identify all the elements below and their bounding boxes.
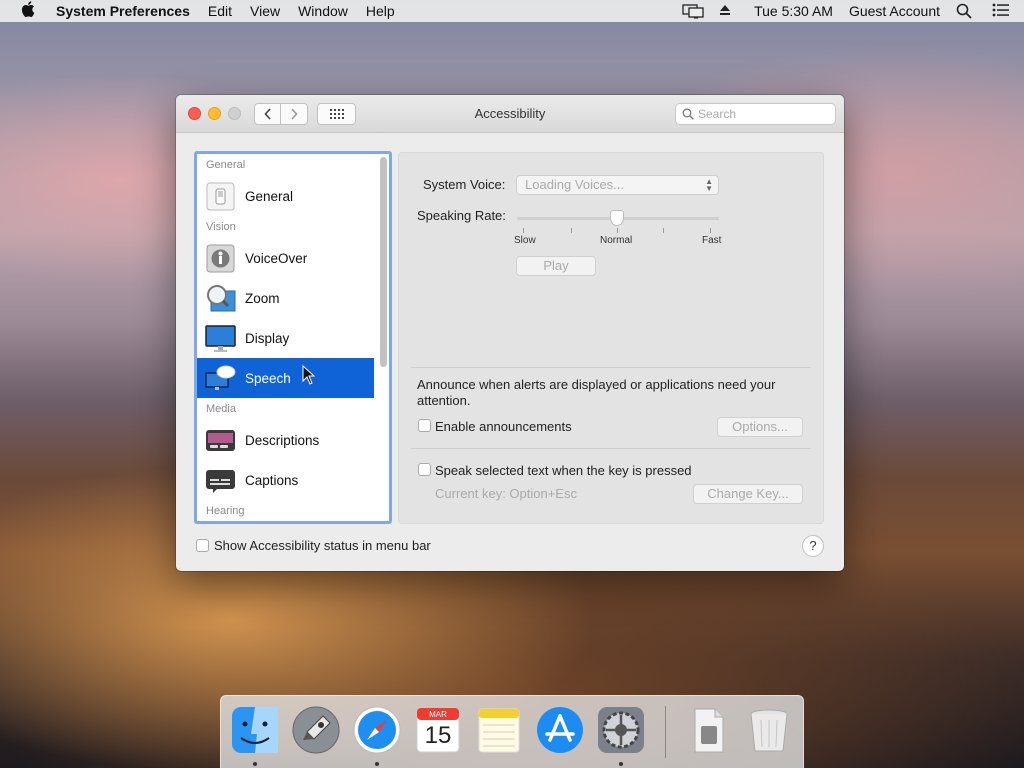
system-voice-value: Loading Voices... [525, 177, 625, 192]
speak-selected-text-label[interactable]: Speak selected text when the key is pres… [435, 463, 692, 478]
edit-menu[interactable]: Edit [208, 3, 232, 19]
slider-tick [571, 228, 572, 233]
app-store-icon[interactable] [534, 704, 586, 756]
speaking-rate-label: Speaking Rate: [417, 208, 506, 223]
section-label-media: Media [206, 403, 236, 415]
launchpad-icon[interactable] [290, 704, 342, 756]
calendar-icon[interactable]: MAR 15 [412, 704, 464, 756]
sidebar-item-zoom[interactable]: Zoom [197, 278, 374, 318]
captions-icon [205, 465, 236, 496]
section-label-vision: Vision [206, 221, 236, 233]
options-button[interactable]: Options... [717, 417, 803, 437]
change-key-button[interactable]: Change Key... [693, 484, 803, 504]
system-voice-popup[interactable]: Loading Voices... ▲ ▼ [516, 175, 719, 195]
voiceover-icon [205, 243, 236, 274]
apple-menu-icon[interactable] [0, 1, 56, 21]
sidebar-item-label: General [245, 188, 294, 204]
sidebar-item-label: Speech [245, 370, 291, 386]
dock-separator [665, 706, 666, 758]
speak-selected-text-checkbox[interactable] [418, 463, 431, 476]
speaking-rate-slider-thumb[interactable] [610, 210, 624, 226]
user-menu[interactable]: Guest Account [849, 3, 940, 19]
announce-description: Announce when alerts are displayed or ap… [417, 377, 776, 408]
help-menu[interactable]: Help [366, 3, 395, 19]
sidebar-item-speech[interactable]: Speech [197, 358, 374, 398]
system-voice-label: System Voice: [423, 177, 506, 192]
sidebar-item-display[interactable]: Display [197, 318, 374, 358]
calendar-day: 15 [424, 722, 452, 749]
finder-icon[interactable] [229, 704, 281, 756]
spotlight-search-icon[interactable] [956, 3, 976, 19]
notes-icon[interactable] [473, 704, 525, 756]
title-bar[interactable]: Accessibility [176, 95, 844, 133]
sidebar-item-descriptions[interactable]: Descriptions [197, 420, 374, 460]
sidebar-item-general[interactable]: General [197, 176, 374, 216]
sidebar-scrollbar[interactable] [380, 157, 387, 367]
slider-tick [617, 228, 618, 233]
calendar-month: MAR [429, 710, 447, 719]
current-key-text: Current key: Option+Esc [435, 486, 577, 501]
show-status-label[interactable]: Show Accessibility status in menu bar [214, 538, 431, 553]
trash-icon[interactable] [743, 704, 795, 756]
menu-bar: System Preferences Edit View Window Help… [0, 0, 1024, 22]
accessibility-window: Accessibility General General Vision Voi… [176, 95, 844, 571]
rate-fast-label: Fast [702, 235, 722, 246]
section-divider [411, 448, 811, 449]
section-divider [411, 367, 811, 368]
sidebar-item-label: VoiceOver [245, 250, 308, 266]
running-indicator [375, 762, 379, 766]
search-input[interactable] [698, 107, 828, 121]
search-icon [682, 108, 694, 120]
speech-bubble-icon [205, 363, 236, 394]
sidebar-item-label: Descriptions [245, 432, 320, 448]
document-icon[interactable] [683, 704, 735, 756]
running-indicator [619, 762, 623, 766]
view-menu[interactable]: View [250, 3, 280, 19]
window-menu[interactable]: Window [298, 3, 348, 19]
sidebar-item-captions[interactable]: Captions [197, 460, 374, 500]
zoom-magnifier-icon [205, 283, 236, 314]
slider-tick [663, 228, 664, 233]
display-monitor-icon [205, 323, 236, 354]
system-preferences-icon[interactable] [595, 704, 647, 756]
show-status-checkbox[interactable] [196, 539, 209, 552]
updown-arrows-icon: ▲ ▼ [705, 177, 713, 193]
help-button[interactable]: ? [802, 535, 824, 557]
speech-settings-pane: System Voice: Loading Voices... ▲ ▼ Speak… [398, 152, 824, 524]
menu-clock[interactable]: Tue 5:30 AM [754, 3, 833, 19]
app-name-menu[interactable]: System Preferences [56, 3, 190, 19]
safari-icon[interactable] [351, 704, 403, 756]
play-button[interactable]: Play [516, 256, 596, 276]
airplay-display-icon[interactable] [682, 3, 704, 19]
mouse-pointer-icon [302, 365, 316, 385]
running-indicator [253, 762, 257, 766]
eject-icon[interactable] [718, 3, 738, 19]
descriptions-icon [205, 425, 236, 456]
sidebar-item-label: Captions [245, 472, 299, 488]
section-label-general: General [206, 159, 246, 171]
general-switch-icon [205, 181, 236, 212]
sidebar-item-label: Zoom [245, 290, 280, 306]
dock: MAR 15 [220, 695, 804, 768]
slider-tick [710, 228, 711, 233]
accessibility-category-list[interactable]: General General Vision VoiceOver Zoom Di… [194, 151, 392, 524]
rate-normal-label: Normal [600, 235, 633, 246]
sidebar-item-voiceover[interactable]: VoiceOver [197, 238, 374, 278]
slider-tick [523, 228, 524, 233]
rate-slow-label: Slow [514, 235, 536, 246]
sidebar-item-label: Display [245, 330, 290, 346]
search-field[interactable] [675, 103, 836, 125]
enable-announcements-checkbox[interactable] [418, 419, 431, 432]
section-label-hearing: Hearing [206, 505, 245, 517]
enable-announcements-label[interactable]: Enable announcements [435, 419, 572, 434]
notification-center-icon[interactable] [992, 3, 1012, 19]
